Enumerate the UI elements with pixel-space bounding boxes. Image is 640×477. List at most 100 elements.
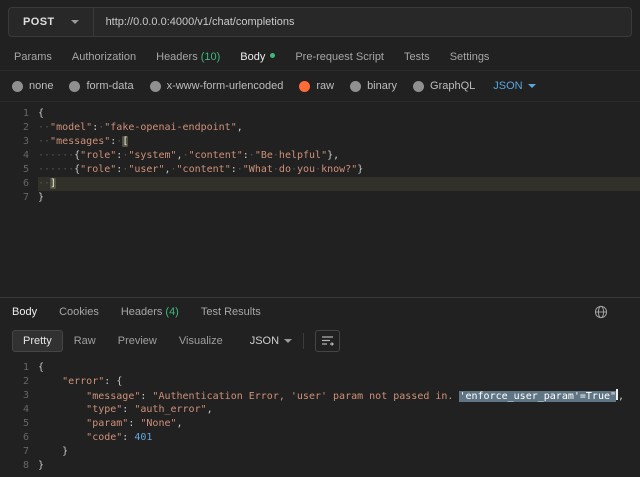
radio-icon [69,81,80,92]
line-number: 4 [0,403,29,417]
line-number: 6 [0,431,29,445]
code-line[interactable]: "param": "None", [38,417,640,431]
language-selector[interactable]: JSON [493,80,535,92]
tab-response-body[interactable]: Body [12,306,37,318]
radio-icon [150,81,161,92]
wrap-text-button[interactable] [315,330,340,352]
response-toolbar: Pretty Raw Preview Visualize JSON [0,325,640,356]
language-label: JSON [493,80,522,92]
code-line[interactable]: } [38,459,640,473]
mode-label: GraphQL [430,80,475,92]
headers-count-badge: (10) [201,51,221,63]
method-label: POST [23,16,55,28]
view-tab-pretty[interactable]: Pretty [12,330,63,352]
line-number: 4 [0,149,29,163]
tab-label: Headers [156,51,198,63]
response-language-selector[interactable]: JSON [250,335,292,347]
tab-response-headers[interactable]: Headers(4) [121,306,179,318]
code-line[interactable]: ······{"role":·"system",·"content":·"Be·… [38,149,640,163]
body-mode-raw[interactable]: raw [299,80,334,92]
tab-label: Pre-request Script [295,51,384,63]
network-info-button[interactable] [592,303,610,321]
code-line[interactable]: ··"model":·"fake-openai-endpoint", [38,121,640,135]
code-line[interactable]: ··] [38,177,640,191]
line-number-gutter: 1234567 [0,107,38,297]
tab-cookies[interactable]: Cookies [59,306,99,318]
request-url-bar: POST http://0.0.0.0:4000/v1/chat/complet… [8,7,632,37]
tab-label: Raw [74,335,96,347]
body-mode-none[interactable]: none [12,80,53,92]
tab-test-results[interactable]: Test Results [201,306,261,318]
tab-pre-request-script[interactable]: Pre-request Script [285,44,394,70]
body-content-dot [270,53,275,58]
tab-label: Tests [404,51,430,63]
code-line[interactable]: ······{"role":·"user",·"content":·"What·… [38,163,640,177]
body-mode-urlencoded[interactable]: x-www-form-urlencoded [150,80,284,92]
tab-params[interactable]: Params [4,44,62,70]
line-number: 6 [0,177,29,191]
code-line[interactable]: } [38,445,640,459]
tab-label: Preview [118,335,157,347]
code-line[interactable]: "type": "auth_error", [38,403,640,417]
mode-label: raw [316,80,334,92]
line-number: 3 [0,135,29,149]
request-bar: POST http://0.0.0.0:4000/v1/chat/complet… [0,0,640,44]
headers-count-badge: (4) [165,306,178,318]
tab-label: Authorization [72,51,136,63]
tab-label: Settings [450,51,490,63]
code-area[interactable]: {··"model":·"fake-openai-endpoint",··"me… [38,107,640,297]
globe-icon [594,305,608,319]
body-mode-binary[interactable]: binary [350,80,397,92]
line-number: 5 [0,417,29,431]
code-line[interactable]: "error": { [38,375,640,389]
code-line[interactable]: } [38,191,640,205]
tab-label: Test Results [201,306,261,318]
tab-settings[interactable]: Settings [440,44,500,70]
line-number: 7 [0,191,29,205]
request-body-editor[interactable]: 1234567 {··"model":·"fake-openai-endpoin… [0,102,640,297]
chevron-down-icon [284,339,292,343]
chevron-down-icon [71,20,79,24]
request-tabs: Params Authorization Headers(10) Body Pr… [0,44,640,71]
tab-tests[interactable]: Tests [394,44,440,70]
line-number: 1 [0,361,29,375]
api-client-window: POST http://0.0.0.0:4000/v1/chat/complet… [0,0,640,477]
code-line[interactable]: "message": "Authentication Error, 'user'… [38,389,640,403]
line-number: 5 [0,163,29,177]
tab-authorization[interactable]: Authorization [62,44,146,70]
tab-label: Pretty [23,335,52,347]
radio-icon [350,81,361,92]
tab-label: Headers [121,306,163,318]
tab-label: Cookies [59,306,99,318]
mode-label: binary [367,80,397,92]
url-input[interactable]: http://0.0.0.0:4000/v1/chat/completions [94,16,307,28]
radio-selected-icon [299,81,310,92]
code-line[interactable]: ··"messages":·[ [38,135,640,149]
view-tab-raw[interactable]: Raw [63,330,107,352]
code-area[interactable]: { "error": { "message": "Authentication … [38,361,640,477]
tab-label: Body [12,306,37,318]
radio-icon [413,81,424,92]
code-line[interactable]: "code": 401 [38,431,640,445]
code-line[interactable]: { [38,361,640,375]
chevron-down-icon [528,84,536,88]
response-pane: Body Cookies Headers(4) Test Results Pre… [0,297,640,477]
line-number: 8 [0,459,29,473]
line-number: 2 [0,121,29,135]
line-number: 3 [0,389,29,403]
method-selector[interactable]: POST [9,8,93,36]
tab-body[interactable]: Body [230,44,285,70]
body-mode-graphql[interactable]: GraphQL [413,80,475,92]
view-tab-preview[interactable]: Preview [107,330,168,352]
view-tab-visualize[interactable]: Visualize [168,330,234,352]
code-line[interactable]: { [38,107,640,121]
response-body-viewer[interactable]: 12345678 { "error": { "message": "Authen… [0,356,640,477]
line-number: 2 [0,375,29,389]
divider [303,333,304,349]
body-mode-form-data[interactable]: form-data [69,80,133,92]
mode-label: x-www-form-urlencoded [167,80,284,92]
mode-label: none [29,80,53,92]
line-number: 1 [0,107,29,121]
tab-headers[interactable]: Headers(10) [146,44,230,70]
tab-label: Params [14,51,52,63]
